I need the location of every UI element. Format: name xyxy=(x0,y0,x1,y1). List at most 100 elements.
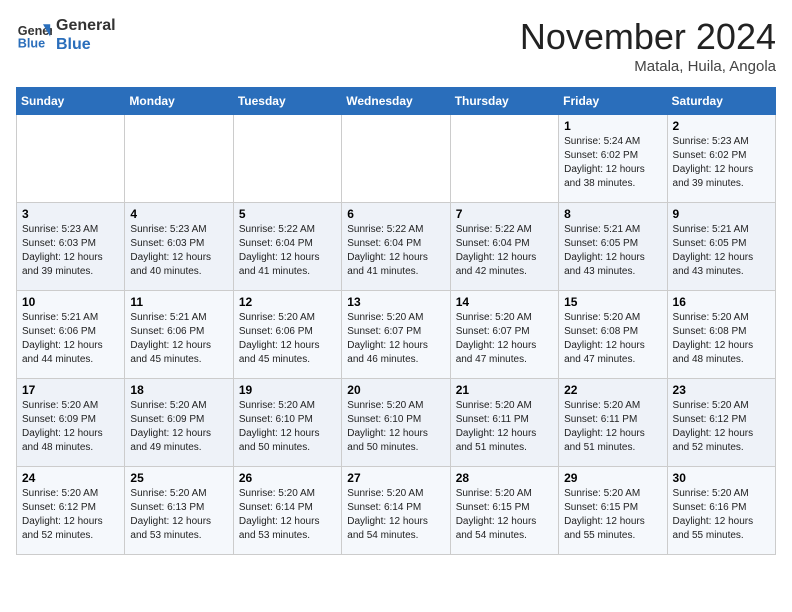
calendar-cell: 11 Sunrise: 5:21 AMSunset: 6:06 PMDayligh… xyxy=(125,291,233,379)
calendar-week-row: 24Sunrise: 5:20 AMSunset: 6:12 PMDayligh… xyxy=(17,467,776,555)
logo-icon: General Blue xyxy=(16,17,52,53)
calendar-table: SundayMondayTuesdayWednesdayThursdayFrid… xyxy=(16,87,776,555)
day-info: Sunrise: 5:20 AMSunset: 6:09 PMDaylight:… xyxy=(130,399,227,455)
calendar-cell: 7Sunrise: 5:22 AMSunset: 6:04 PMDaylight… xyxy=(450,203,558,291)
weekday-header-saturday: Saturday xyxy=(667,88,775,115)
day-number: 27 xyxy=(347,471,444,485)
day-number: 6 xyxy=(347,207,444,221)
day-info: Sunrise: 5:20 AMSunset: 6:10 PMDaylight:… xyxy=(239,399,336,455)
day-info: Sunrise: 5:21 AMSunset: 6:06 PMDaylight:… xyxy=(130,311,227,367)
calendar-cell: 10Sunrise: 5:21 AMSunset: 6:06 PMDayligh… xyxy=(17,291,125,379)
calendar-week-row: 17 Sunrise: 5:20 AMSunset: 6:09 PMDayligh… xyxy=(17,379,776,467)
location: Matala, Huila, Angola xyxy=(520,58,776,75)
calendar-cell: 21 Sunrise: 5:20 AMSunset: 6:11 PMDayligh… xyxy=(450,379,558,467)
day-info: Sunrise: 5:20 AMSunset: 6:10 PMDaylight:… xyxy=(347,399,444,455)
day-info: Sunrise: 5:21 AMSunset: 6:05 PMDaylight:… xyxy=(564,223,661,279)
day-info: Sunrise: 5:22 AMSunset: 6:04 PMDaylight:… xyxy=(347,223,444,279)
day-number: 20 xyxy=(347,383,444,397)
day-number: 30 xyxy=(673,471,770,485)
weekday-header-tuesday: Tuesday xyxy=(233,88,341,115)
day-number: 14 xyxy=(456,295,553,309)
day-number: 16 xyxy=(673,295,770,309)
calendar-header-row: SundayMondayTuesdayWednesdayThursdayFrid… xyxy=(17,88,776,115)
day-info: Sunrise: 5:20 AMSunset: 6:06 PMDaylight:… xyxy=(239,311,336,367)
calendar-cell: 2 Sunrise: 5:23 AMSunset: 6:02 PMDaylight… xyxy=(667,115,775,203)
day-number: 3 xyxy=(22,207,119,221)
calendar-cell: 5Sunrise: 5:22 AMSunset: 6:04 PMDaylight… xyxy=(233,203,341,291)
day-number: 25 xyxy=(130,471,227,485)
day-number: 19 xyxy=(239,383,336,397)
weekday-header-wednesday: Wednesday xyxy=(342,88,450,115)
day-info: Sunrise: 5:20 AMSunset: 6:14 PMDaylight:… xyxy=(347,487,444,543)
svg-text:Blue: Blue xyxy=(18,37,45,51)
calendar-cell: 4 Sunrise: 5:23 AMSunset: 6:03 PMDaylight… xyxy=(125,203,233,291)
day-number: 22 xyxy=(564,383,661,397)
calendar-cell: 29Sunrise: 5:20 AMSunset: 6:15 PMDayligh… xyxy=(559,467,667,555)
day-number: 9 xyxy=(673,207,770,221)
day-info: Sunrise: 5:20 AMSunset: 6:12 PMDaylight:… xyxy=(673,399,770,455)
calendar-cell: 1 Sunrise: 5:24 AMSunset: 6:02 PMDaylight… xyxy=(559,115,667,203)
calendar-cell: 13Sunrise: 5:20 AMSunset: 6:07 PMDayligh… xyxy=(342,291,450,379)
day-number: 1 xyxy=(564,119,661,133)
calendar-cell: 8 Sunrise: 5:21 AMSunset: 6:05 PMDaylight… xyxy=(559,203,667,291)
day-info: Sunrise: 5:20 AMSunset: 6:15 PMDaylight:… xyxy=(456,487,553,543)
day-number: 13 xyxy=(347,295,444,309)
calendar-cell: 22 Sunrise: 5:20 AMSunset: 6:11 PMDayligh… xyxy=(559,379,667,467)
calendar-cell: 18 Sunrise: 5:20 AMSunset: 6:09 PMDayligh… xyxy=(125,379,233,467)
calendar-cell xyxy=(17,115,125,203)
weekday-header-sunday: Sunday xyxy=(17,88,125,115)
day-number: 5 xyxy=(239,207,336,221)
page-header: General Blue General Blue November 2024 … xyxy=(16,16,776,75)
day-number: 21 xyxy=(456,383,553,397)
day-info: Sunrise: 5:20 AMSunset: 6:07 PMDaylight:… xyxy=(456,311,553,367)
day-number: 11 xyxy=(130,295,227,309)
day-info: Sunrise: 5:24 AMSunset: 6:02 PMDaylight:… xyxy=(564,135,661,191)
day-info: Sunrise: 5:20 AMSunset: 6:15 PMDaylight:… xyxy=(564,487,661,543)
calendar-cell: 9 Sunrise: 5:21 AMSunset: 6:05 PMDaylight… xyxy=(667,203,775,291)
day-number: 28 xyxy=(456,471,553,485)
day-info: Sunrise: 5:20 AMSunset: 6:08 PMDaylight:… xyxy=(673,311,770,367)
day-info: Sunrise: 5:20 AMSunset: 6:11 PMDaylight:… xyxy=(456,399,553,455)
logo-blue: Blue xyxy=(56,35,116,54)
calendar-cell: 19 Sunrise: 5:20 AMSunset: 6:10 PMDayligh… xyxy=(233,379,341,467)
calendar-cell: 26Sunrise: 5:20 AMSunset: 6:14 PMDayligh… xyxy=(233,467,341,555)
day-info: Sunrise: 5:23 AMSunset: 6:03 PMDaylight:… xyxy=(22,223,119,279)
calendar-cell: 15Sunrise: 5:20 AMSunset: 6:08 PMDayligh… xyxy=(559,291,667,379)
calendar-cell xyxy=(125,115,233,203)
calendar-cell: 6 Sunrise: 5:22 AMSunset: 6:04 PMDaylight… xyxy=(342,203,450,291)
calendar-cell xyxy=(450,115,558,203)
day-number: 17 xyxy=(22,383,119,397)
day-info: Sunrise: 5:20 AMSunset: 6:09 PMDaylight:… xyxy=(22,399,119,455)
calendar-cell: 12 Sunrise: 5:20 AMSunset: 6:06 PMDayligh… xyxy=(233,291,341,379)
weekday-header-monday: Monday xyxy=(125,88,233,115)
day-number: 10 xyxy=(22,295,119,309)
weekday-header-thursday: Thursday xyxy=(450,88,558,115)
calendar-cell: 27 Sunrise: 5:20 AMSunset: 6:14 PMDayligh… xyxy=(342,467,450,555)
day-info: Sunrise: 5:23 AMSunset: 6:02 PMDaylight:… xyxy=(673,135,770,191)
day-info: Sunrise: 5:20 AMSunset: 6:16 PMDaylight:… xyxy=(673,487,770,543)
calendar-cell: 28 Sunrise: 5:20 AMSunset: 6:15 PMDayligh… xyxy=(450,467,558,555)
day-info: Sunrise: 5:20 AMSunset: 6:08 PMDaylight:… xyxy=(564,311,661,367)
calendar-cell: 3 Sunrise: 5:23 AMSunset: 6:03 PMDaylight… xyxy=(17,203,125,291)
day-number: 18 xyxy=(130,383,227,397)
calendar-cell: 24Sunrise: 5:20 AMSunset: 6:12 PMDayligh… xyxy=(17,467,125,555)
month-title: November 2024 xyxy=(520,16,776,58)
day-info: Sunrise: 5:20 AMSunset: 6:11 PMDaylight:… xyxy=(564,399,661,455)
day-number: 2 xyxy=(673,119,770,133)
day-number: 8 xyxy=(564,207,661,221)
day-info: Sunrise: 5:23 AMSunset: 6:03 PMDaylight:… xyxy=(130,223,227,279)
calendar-cell: 17 Sunrise: 5:20 AMSunset: 6:09 PMDayligh… xyxy=(17,379,125,467)
day-number: 12 xyxy=(239,295,336,309)
day-info: Sunrise: 5:20 AMSunset: 6:14 PMDaylight:… xyxy=(239,487,336,543)
calendar-cell: 16 Sunrise: 5:20 AMSunset: 6:08 PMDayligh… xyxy=(667,291,775,379)
calendar-week-row: 1 Sunrise: 5:24 AMSunset: 6:02 PMDaylight… xyxy=(17,115,776,203)
day-info: Sunrise: 5:21 AMSunset: 6:05 PMDaylight:… xyxy=(673,223,770,279)
calendar-cell: 23 Sunrise: 5:20 AMSunset: 6:12 PMDayligh… xyxy=(667,379,775,467)
logo-general: General xyxy=(56,16,116,35)
logo: General Blue General Blue xyxy=(16,16,116,54)
calendar-week-row: 3 Sunrise: 5:23 AMSunset: 6:03 PMDaylight… xyxy=(17,203,776,291)
day-number: 4 xyxy=(130,207,227,221)
day-info: Sunrise: 5:20 AMSunset: 6:13 PMDaylight:… xyxy=(130,487,227,543)
day-number: 23 xyxy=(673,383,770,397)
calendar-cell: 25 Sunrise: 5:20 AMSunset: 6:13 PMDayligh… xyxy=(125,467,233,555)
